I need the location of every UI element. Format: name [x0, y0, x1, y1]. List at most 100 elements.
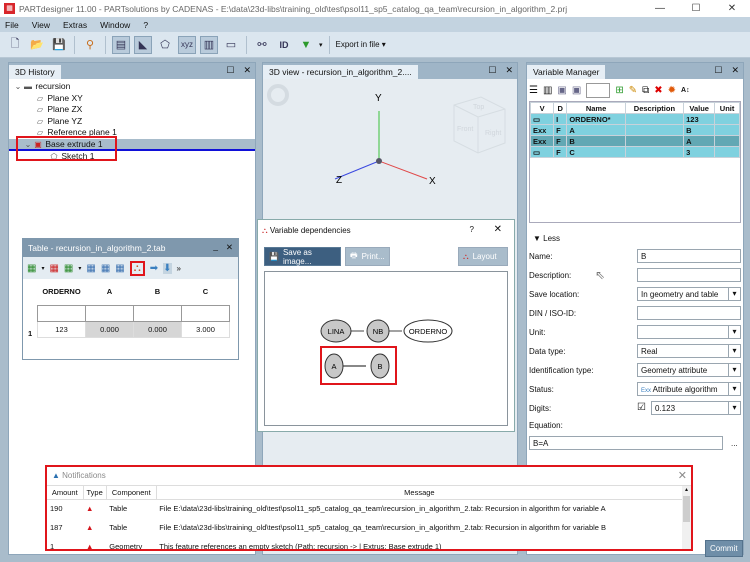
- dropdown-arrow-icon[interactable]: ▾: [78, 265, 81, 272]
- menu-view[interactable]: View: [32, 20, 50, 30]
- print-button[interactable]: 🖶 Print...: [345, 247, 390, 266]
- delete-row-icon[interactable]: ▦: [49, 263, 58, 274]
- dropdown-arrow-icon[interactable]: ▾: [319, 41, 323, 49]
- table-row[interactable]: ▭ I ORDERNO* 123: [529, 113, 740, 125]
- col-type[interactable]: Type: [83, 486, 107, 500]
- menu-help[interactable]: ?: [143, 20, 148, 30]
- description-field[interactable]: [637, 268, 741, 282]
- digits-checkbox[interactable]: ☑: [637, 402, 646, 413]
- data-type-select[interactable]: Real: [637, 344, 741, 358]
- maximize-panel-icon[interactable]: ☐: [714, 65, 722, 76]
- close-button[interactable]: ✕: [714, 3, 750, 14]
- scrollbar[interactable]: ▴: [682, 486, 691, 549]
- column-header[interactable]: C: [182, 279, 230, 305]
- notification-row[interactable]: 190 ▲ Table File E:\data\23d-libs\training_…: [47, 499, 683, 518]
- table-row[interactable]: ▭ F C 3: [529, 146, 740, 158]
- xyz-icon[interactable]: xyz: [178, 35, 196, 54]
- arrow-down-icon[interactable]: ⬇: [163, 262, 172, 274]
- warning-icon[interactable]: ✹: [668, 85, 676, 96]
- col-d[interactable]: D: [553, 102, 568, 114]
- col-component[interactable]: Component: [106, 486, 157, 500]
- col-v[interactable]: V: [529, 102, 555, 114]
- maximize-panel-icon[interactable]: ☐: [226, 65, 234, 76]
- view-cube[interactable]: Top Front Right: [453, 96, 506, 154]
- filter-cell[interactable]: [85, 304, 134, 322]
- cell[interactable]: 3.000: [181, 320, 230, 338]
- menu-window[interactable]: Window: [100, 20, 130, 30]
- maximize-button[interactable]: ☐: [678, 3, 714, 14]
- 3d-view-icon[interactable]: ◣: [134, 35, 152, 54]
- close-panel-icon[interactable]: ✕: [731, 65, 739, 76]
- equation-editor-button[interactable]: ...: [731, 439, 738, 448]
- dropdown-arrow-icon[interactable]: ▾: [41, 265, 44, 272]
- cell[interactable]: 0.000: [85, 320, 134, 338]
- filter-cell[interactable]: [181, 304, 230, 322]
- filter-cell[interactable]: [133, 304, 182, 322]
- export-in-file-button[interactable]: Export in file ▾: [336, 40, 386, 49]
- tab-3d-view[interactable]: 3D view - recursion_in_algorithm_2....: [263, 65, 418, 79]
- new-file-icon[interactable]: 🗋: [6, 36, 24, 54]
- copy-icon[interactable]: ⧉: [642, 85, 649, 96]
- rotate-icon[interactable]: [267, 84, 289, 106]
- save-as-image-button[interactable]: 💾 Save as image...: [264, 247, 341, 266]
- cell[interactable]: 123: [37, 320, 86, 338]
- variable-a-icon[interactable]: ▣: [557, 85, 566, 96]
- variable-b-icon[interactable]: ▣: [572, 85, 581, 96]
- tree-item-plane-xy[interactable]: ▱ Plane XY: [13, 93, 255, 105]
- notification-row[interactable]: 187 ▲ Table File E:\data\23d-libs\training_…: [47, 518, 683, 537]
- tree-item-recursion[interactable]: ⌄ ▬ recursion: [13, 81, 255, 93]
- filter-cell[interactable]: [37, 304, 86, 322]
- sketch-view-icon[interactable]: ⬠: [156, 36, 174, 54]
- list-view-icon[interactable]: ☰: [529, 85, 538, 96]
- help-button[interactable]: ?: [470, 225, 474, 234]
- sort-icon[interactable]: A↕: [681, 87, 690, 94]
- close-panel-icon[interactable]: ✕: [243, 65, 251, 76]
- col-amount[interactable]: Amount: [47, 486, 84, 500]
- table-icon[interactable]: ▥: [200, 35, 218, 54]
- add-row-icon[interactable]: ▦: [27, 263, 36, 274]
- close-icon[interactable]: ✕: [226, 242, 233, 253]
- din-field[interactable]: [637, 306, 741, 320]
- status-select[interactable]: Exx Attribute algorithm: [637, 382, 741, 396]
- open-folder-icon[interactable]: 📂: [28, 36, 46, 54]
- column-header[interactable]: B: [134, 279, 182, 305]
- less-toggle[interactable]: ▼ Less: [533, 234, 560, 243]
- insert-column-icon[interactable]: ▦: [64, 263, 73, 274]
- menu-file[interactable]: File: [5, 20, 19, 30]
- tree-item-plane-zx[interactable]: ▱ Plane ZX: [13, 104, 255, 116]
- glasses-icon[interactable]: ⚯: [253, 36, 271, 54]
- tree-item-plane-yz[interactable]: ▱ Plane YZ: [13, 116, 255, 128]
- id-icon[interactable]: ID: [275, 36, 293, 54]
- column-header[interactable]: A: [86, 279, 134, 305]
- digits-select[interactable]: 0.123: [651, 401, 741, 415]
- name-field[interactable]: B: [637, 249, 741, 263]
- column-header[interactable]: ORDERNO: [38, 279, 86, 305]
- col-value[interactable]: Value: [683, 102, 716, 114]
- search-icon[interactable]: ⚲: [81, 36, 99, 54]
- move-up-icon[interactable]: ▦: [86, 263, 95, 274]
- table-row[interactable]: 123 0.000 0.000 3.000: [37, 320, 230, 338]
- minimize-button[interactable]: —: [642, 3, 678, 14]
- save-location-select[interactable]: In geometry and table: [637, 287, 741, 301]
- variable-dependencies-icon[interactable]: ⛬: [129, 260, 145, 276]
- menu-extras[interactable]: Extras: [63, 20, 87, 30]
- more-icon[interactable]: »: [177, 264, 181, 273]
- cell[interactable]: 0.000: [133, 320, 182, 338]
- close-icon[interactable]: ✕: [678, 469, 687, 482]
- delete-icon[interactable]: ✖: [654, 85, 662, 96]
- table-row-selected[interactable]: Exx F B A: [529, 135, 740, 147]
- edit-icon[interactable]: ✎: [629, 85, 637, 96]
- variable-icon[interactable]: ▭: [222, 36, 240, 54]
- identification-type-select[interactable]: Geometry attribute: [637, 363, 741, 377]
- equation-field[interactable]: B=A: [529, 436, 723, 450]
- col-message[interactable]: Message: [156, 486, 684, 500]
- search-table-icon[interactable]: ▦: [115, 263, 124, 274]
- scrollbar-thumb[interactable]: [683, 496, 690, 522]
- table-row[interactable]: Exx F A B: [529, 124, 740, 136]
- layout-button[interactable]: ⛬ Layout: [458, 247, 508, 266]
- unit-select[interactable]: [637, 325, 741, 339]
- 3d-viewport[interactable]: Top Front Right Y X Z: [263, 79, 517, 239]
- close-icon[interactable]: ✕: [494, 224, 502, 235]
- notification-row[interactable]: 1 ▲ Geometry This feature references an emp…: [47, 537, 683, 549]
- move-down-icon[interactable]: ▦: [101, 263, 110, 274]
